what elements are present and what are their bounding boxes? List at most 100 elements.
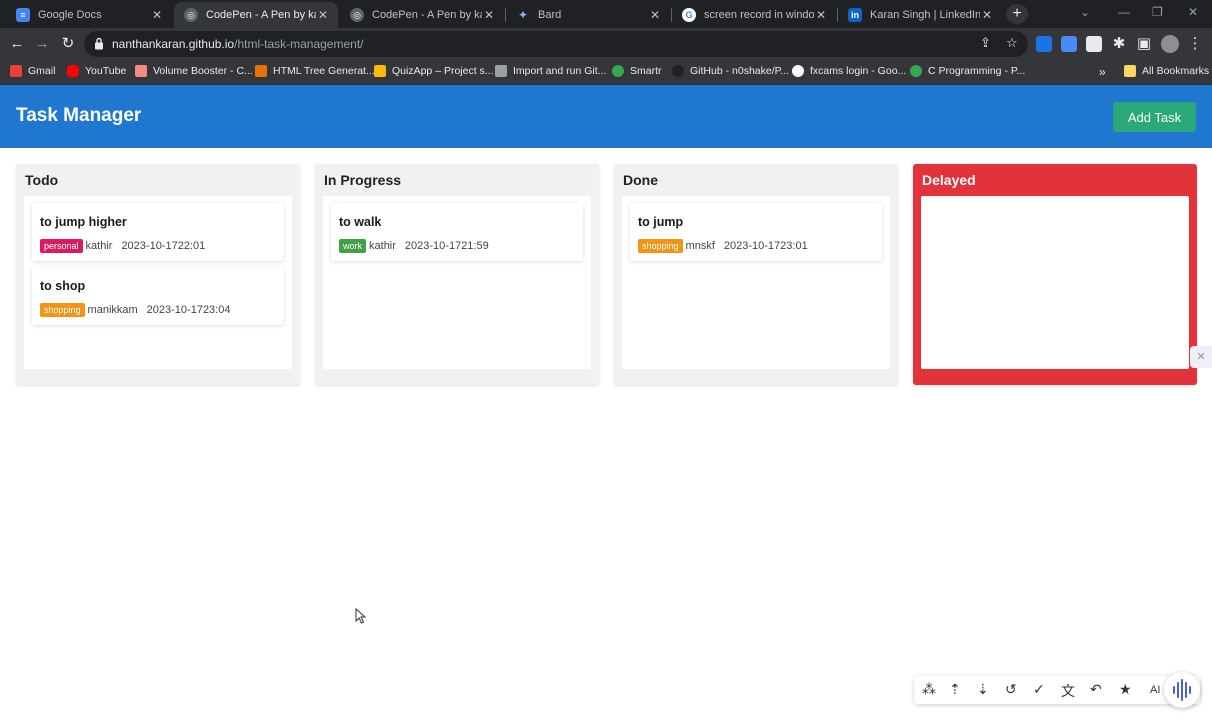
- more-menu-icon[interactable]: ⋮: [1185, 34, 1205, 54]
- column-todo: Todo to jump higher personal kathir 2023…: [16, 164, 300, 385]
- bookmark-github[interactable]: GitHub - n0shake/P...: [672, 65, 789, 77]
- bookmark-c-programming[interactable]: C Programming - P...: [910, 65, 1025, 77]
- shorten-icon[interactable]: ⇡: [949, 681, 961, 698]
- column-title: Todo: [25, 172, 59, 188]
- colab-icon: [495, 65, 507, 77]
- task-card[interactable]: to shop shopping manikkam 2023-10-1723:0…: [32, 267, 284, 325]
- all-bookmarks[interactable]: All Bookmarks: [1124, 65, 1209, 77]
- bookmark-label: HTML Tree Generat...: [273, 65, 375, 77]
- rephrase-icon[interactable]: ↺: [1005, 681, 1017, 698]
- bookmark-fxcams[interactable]: fxcams login - Goo...: [792, 65, 906, 77]
- ai-label[interactable]: AI: [1150, 684, 1160, 696]
- column-title: In Progress: [324, 172, 402, 188]
- bookmark-smartr[interactable]: Smartr: [612, 65, 662, 77]
- new-tab-icon[interactable]: +: [1006, 4, 1028, 24]
- task-title: to jump: [638, 215, 684, 229]
- translate-extension-icon[interactable]: [1061, 36, 1077, 52]
- magic-wand-icon[interactable]: ⁂: [922, 681, 936, 698]
- extension-icon[interactable]: [1036, 36, 1052, 52]
- task-timestamp: 2023-10-1722:01: [121, 240, 206, 252]
- add-task-button[interactable]: Add Task: [1113, 102, 1196, 132]
- forward-arrow-icon[interactable]: →: [32, 34, 52, 54]
- column-dropzone[interactable]: to jump shopping mnskf 2023-10-1723:01: [622, 196, 890, 369]
- column-dropzone[interactable]: to walk work kathir 2023-10-1721:59: [323, 196, 591, 369]
- translate-icon[interactable]: 文: [1061, 681, 1075, 701]
- task-user: mnskf: [685, 240, 715, 252]
- check-icon[interactable]: ✓: [1033, 681, 1045, 698]
- address-bar[interactable]: nanthankaran.github.io/html-task-managem…: [84, 31, 1028, 57]
- browser-tab-codepen[interactable]: ◎ CodePen - A Pen by karan ✕: [340, 2, 504, 28]
- bookmark-label: Volume Booster - C...: [153, 65, 253, 77]
- window-close-icon[interactable]: ✕: [1188, 5, 1198, 19]
- bookmark-quizapp[interactable]: QuizApp – Project s...: [374, 65, 494, 77]
- column-in-progress: In Progress to walk work kathir 2023-10-…: [315, 164, 599, 385]
- volume-booster-icon: [135, 65, 147, 77]
- task-tag: shopping: [40, 303, 85, 317]
- task-meta: shopping mnskf 2023-10-1723:01: [638, 239, 808, 253]
- puzzle-extensions-icon[interactable]: ✱: [1109, 34, 1129, 54]
- codepen-icon: ◎: [350, 8, 364, 22]
- bookmark-label: C Programming - P...: [928, 65, 1026, 77]
- browser-toolbar: ← → ↻ nanthankaran.github.io/html-task-m…: [0, 28, 1212, 60]
- linkedin-icon: in: [848, 8, 862, 22]
- bookmark-youtube[interactable]: YouTube: [67, 65, 126, 77]
- side-panel-icon[interactable]: ▣: [1134, 34, 1154, 54]
- browser-tab-linkedin[interactable]: in Karan Singh | LinkedIn ✕: [838, 2, 1002, 28]
- task-timestamp: 2023-10-1723:01: [723, 240, 808, 252]
- close-icon[interactable]: ✕: [980, 8, 994, 22]
- bookmark-volume-booster[interactable]: Volume Booster - C...: [135, 65, 253, 77]
- bookmark-html-tree[interactable]: HTML Tree Generat...: [255, 65, 375, 77]
- task-card[interactable]: to jump higher personal kathir 2023-10-1…: [32, 203, 284, 261]
- minimize-icon[interactable]: —: [1118, 5, 1130, 19]
- bookmark-import-git[interactable]: Import and run Git...: [495, 65, 606, 77]
- maximize-icon[interactable]: ❐: [1152, 5, 1163, 19]
- browser-tab-google-docs[interactable]: ≡ Google Docs ✕: [6, 2, 172, 28]
- smartr-icon: [612, 65, 624, 77]
- task-user: manikkam: [87, 304, 138, 316]
- tab-title: Bard: [538, 9, 562, 21]
- browser-tab-strip: ≡ Google Docs ✕ ◎ CodePen - A Pen by kar…: [0, 0, 1212, 28]
- bookmark-label: Smartr: [630, 65, 662, 77]
- task-card[interactable]: to walk work kathir 2023-10-1721:59: [331, 203, 583, 261]
- profile-avatar[interactable]: [1161, 35, 1179, 53]
- share-icon[interactable]: ⇪: [980, 35, 991, 51]
- close-icon[interactable]: ✕: [150, 8, 164, 22]
- address-path: /html-task-management/: [234, 37, 364, 51]
- task-meta: personal kathir 2023-10-1722:01: [40, 239, 205, 253]
- tab-search-chevron-icon[interactable]: ⌄: [1080, 5, 1090, 19]
- task-tag: shopping: [638, 239, 683, 253]
- tab-title: Karan Singh | LinkedIn: [870, 9, 980, 21]
- voice-wave-icon[interactable]: [1164, 672, 1200, 708]
- close-icon[interactable]: ✕: [648, 8, 662, 22]
- tab-title: CodePen - A Pen by karan: [372, 9, 482, 21]
- bard-icon: ✦: [517, 8, 529, 22]
- star-icon[interactable]: ★: [1119, 681, 1132, 698]
- task-user: kathir: [369, 240, 396, 252]
- browser-tab-bard[interactable]: ✦ Bard ✕: [506, 2, 670, 28]
- task-title: to shop: [40, 279, 86, 293]
- browser-tab-codepen-active[interactable]: ◎ CodePen - A Pen by karan ✕: [174, 2, 338, 28]
- bookmark-gmail[interactable]: Gmail: [10, 65, 55, 77]
- task-tag: work: [339, 239, 367, 253]
- expand-icon[interactable]: ⇣: [977, 681, 989, 698]
- close-icon[interactable]: ✕: [482, 8, 496, 22]
- task-title: to walk: [339, 215, 382, 229]
- voice-wave-glyph: [1173, 679, 1191, 701]
- column-dropzone[interactable]: [921, 196, 1189, 369]
- task-meta: work kathir 2023-10-1721:59: [339, 239, 489, 253]
- bookmark-label: QuizApp – Project s...: [392, 65, 494, 77]
- close-icon[interactable]: ✕: [316, 8, 330, 22]
- undo-icon[interactable]: ↶: [1090, 681, 1102, 698]
- bookmarks-bar: Gmail YouTube Volume Booster - C... HTML…: [0, 60, 1212, 85]
- text-extension-icon[interactable]: [1086, 36, 1102, 52]
- browser-tab-search[interactable]: G screen record in windows ✕: [672, 2, 836, 28]
- lock-icon[interactable]: [94, 37, 104, 50]
- back-arrow-icon[interactable]: ←: [7, 34, 27, 54]
- bookmarks-overflow-icon[interactable]: »: [1099, 65, 1106, 79]
- bookmark-star-icon[interactable]: ☆: [1006, 35, 1018, 51]
- reload-icon[interactable]: ↻: [58, 34, 78, 54]
- side-panel-tab-icon[interactable]: ✕: [1190, 346, 1212, 368]
- column-dropzone[interactable]: to jump higher personal kathir 2023-10-1…: [24, 196, 292, 369]
- close-icon[interactable]: ✕: [814, 8, 828, 22]
- task-card[interactable]: to jump shopping mnskf 2023-10-1723:01: [630, 203, 882, 261]
